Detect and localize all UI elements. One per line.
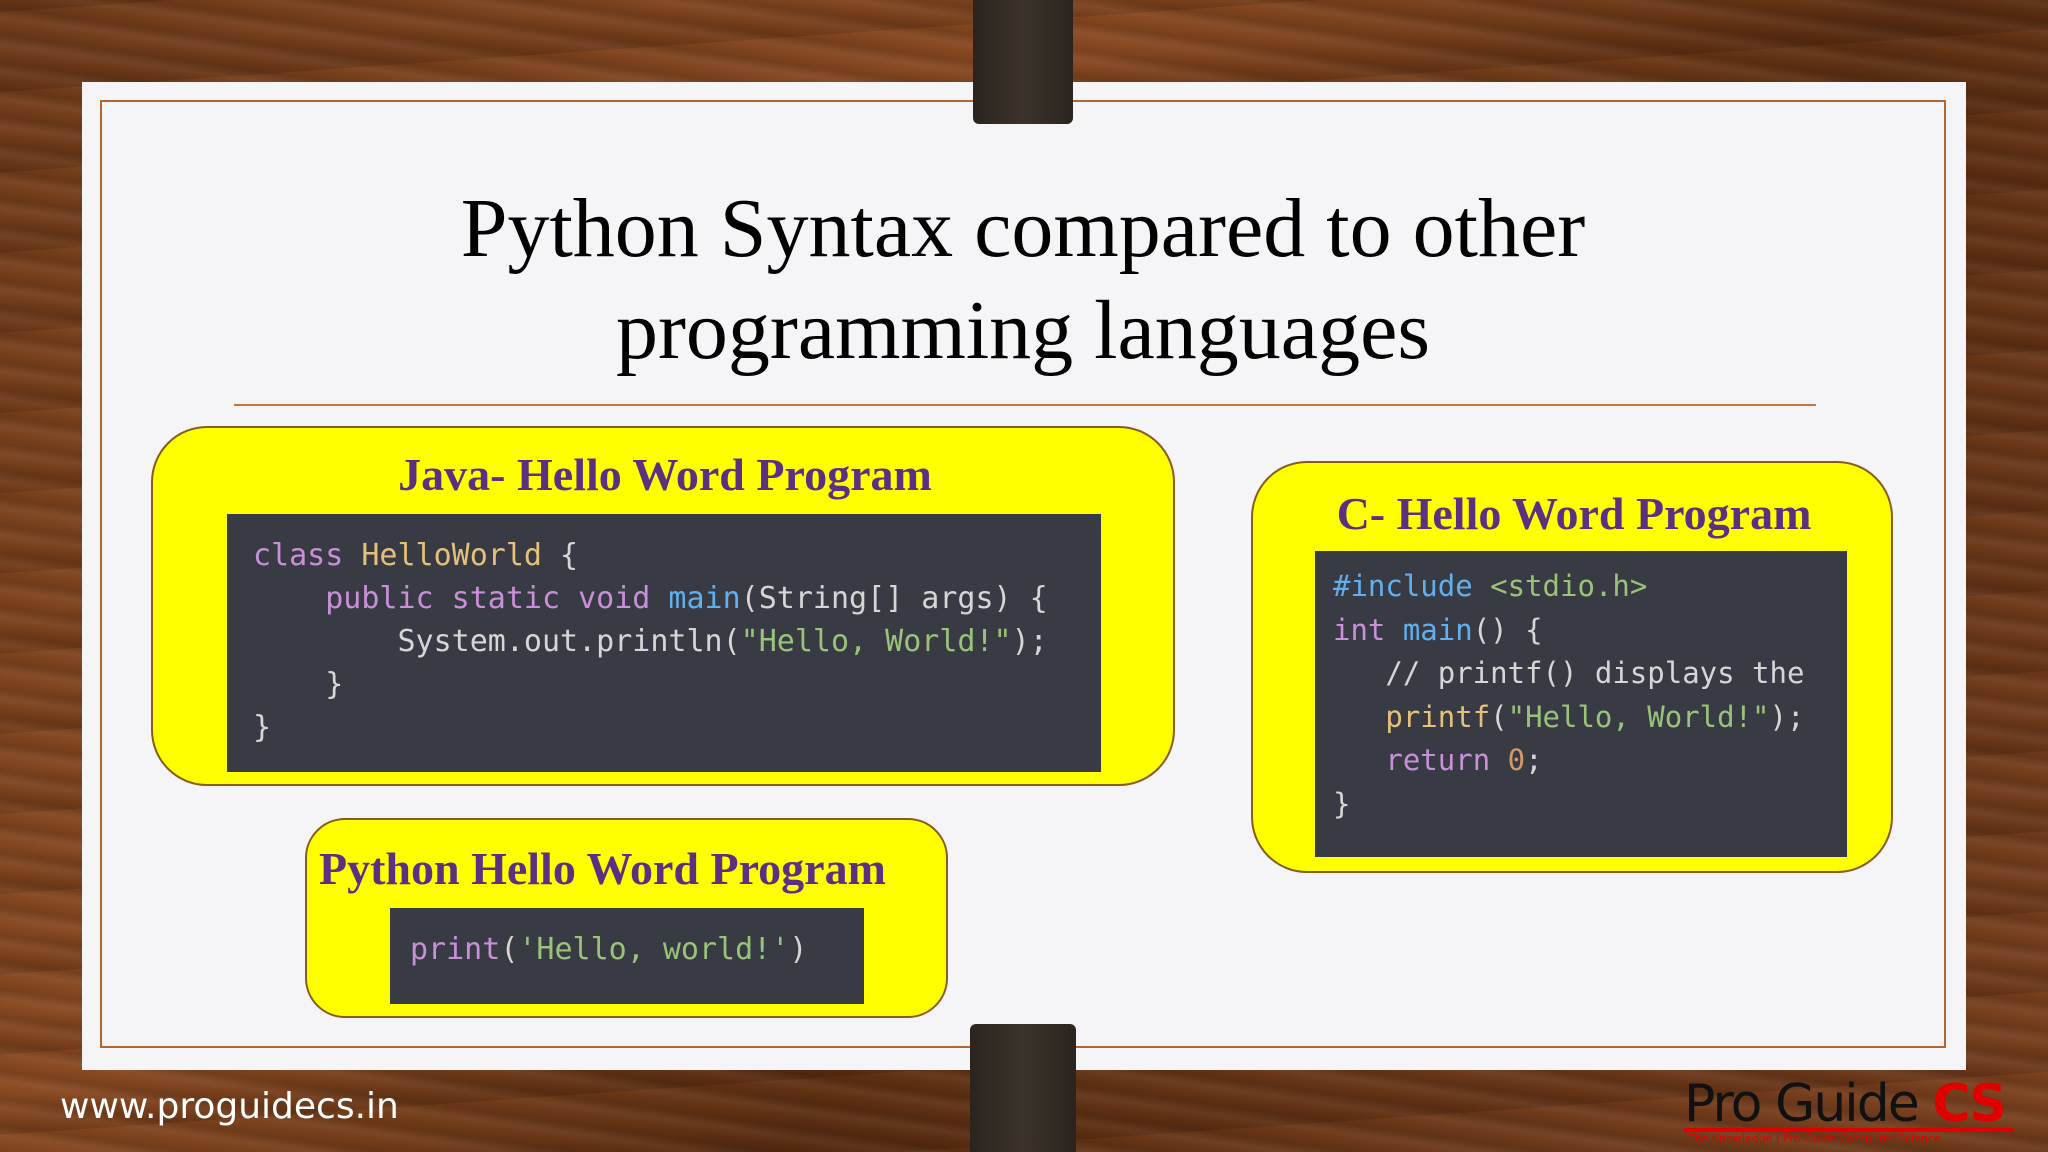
python-code-block: print('Hello, world!') [390, 908, 864, 1004]
c-code-token: 0 [1507, 743, 1526, 777]
logo-text: Pro Guide [1684, 1074, 1920, 1134]
java-code-line: System.out.println("Hello, World!"); [253, 620, 1101, 663]
java-code-line: class HelloWorld { [253, 534, 1101, 577]
binder-clip-bottom [970, 1024, 1076, 1152]
python-card: Python Hello Word Program print('Hello, … [305, 818, 948, 1018]
c-code-token: ; [1525, 743, 1543, 777]
java-code-line: public static void main(String[] args) { [253, 577, 1101, 620]
java-code-token: } [253, 667, 344, 702]
python-card-title: Python Hello Word Program [319, 843, 886, 894]
java-code-token: (String[] args) { [740, 581, 1048, 616]
java-code-token [253, 581, 325, 616]
c-code-block: #include <stdio.h> int main() { // printf… [1315, 551, 1847, 857]
java-card: Java- Hello Word Program class HelloWorl… [151, 426, 1175, 786]
c-card: C- Hello Word Program #include <stdio.h>… [1251, 461, 1893, 873]
java-code-token: main [668, 581, 741, 616]
java-code-token: HelloWorld [361, 538, 542, 573]
java-card-title: Java- Hello Word Program [398, 449, 932, 500]
logo-wordmark: Pro Guide CS [1684, 1074, 2007, 1134]
c-code-token: <stdio.h> [1490, 569, 1648, 603]
java-code-token: "Hello, World!" [740, 624, 1012, 659]
pro-guide-cs-logo: Pro Guide CS The Knowledge | Pro Guide C… [1684, 1074, 2018, 1145]
c-code-line: // printf() displays the [1333, 652, 1847, 696]
c-code-token: ); [1769, 699, 1805, 734]
java-code-block: class HelloWorld { public static void ma… [227, 514, 1101, 772]
java-code-token: } [253, 710, 272, 745]
c-code-token: #include [1333, 569, 1491, 603]
java-code-line: } [253, 663, 1101, 706]
c-code-token: () { [1472, 612, 1543, 647]
python-code-token: ) [789, 932, 808, 967]
java-code-token: class [253, 538, 362, 573]
c-code-token: } [1333, 786, 1351, 821]
title-line-1: Python Syntax compared to other [460, 182, 1586, 275]
c-code-token: printf [1385, 699, 1491, 734]
c-card-title: C- Hello Word Program [1336, 488, 1812, 539]
python-code-token: ( [500, 932, 519, 967]
logo-cs: CS [1932, 1074, 2007, 1134]
python-code-line: print('Hello, world!') [410, 928, 864, 971]
c-code-token: ( [1490, 699, 1508, 734]
java-code-token: System.out.println( [253, 624, 741, 659]
c-code-token: // printf() displays the [1333, 656, 1805, 690]
python-code-token: 'Hello, world!' [518, 932, 790, 967]
slide-title: Python Syntax compared to other programm… [230, 178, 1816, 382]
c-code-token: return [1385, 743, 1508, 777]
binder-clip-top [973, 0, 1073, 124]
c-code-token [1333, 743, 1385, 777]
c-code-token: int [1333, 612, 1403, 647]
c-code-token [1333, 700, 1385, 734]
title-line-2: programming languages [615, 284, 1431, 377]
java-code-token: { [542, 538, 579, 573]
c-code-line: } [1333, 783, 1847, 827]
c-code-token: main [1402, 612, 1473, 647]
title-divider [234, 404, 1816, 406]
java-code-line: } [253, 706, 1101, 749]
python-code-token: print [410, 932, 501, 967]
logo-tagline: The Knowledge | Pro Guide Computer Scien… [1688, 1132, 1941, 1145]
java-code-token: public static void [325, 581, 669, 616]
c-code-token: "Hello, World!" [1507, 699, 1770, 734]
c-code-line: int main() { [1333, 609, 1847, 653]
java-code-token: ); [1011, 624, 1048, 659]
c-code-line: #include <stdio.h> [1333, 565, 1847, 609]
c-code-line: printf("Hello, World!"); [1333, 696, 1847, 740]
footer-website-url[interactable]: www.proguidecs.in [60, 1086, 399, 1127]
c-code-line: return 0; [1333, 739, 1847, 783]
